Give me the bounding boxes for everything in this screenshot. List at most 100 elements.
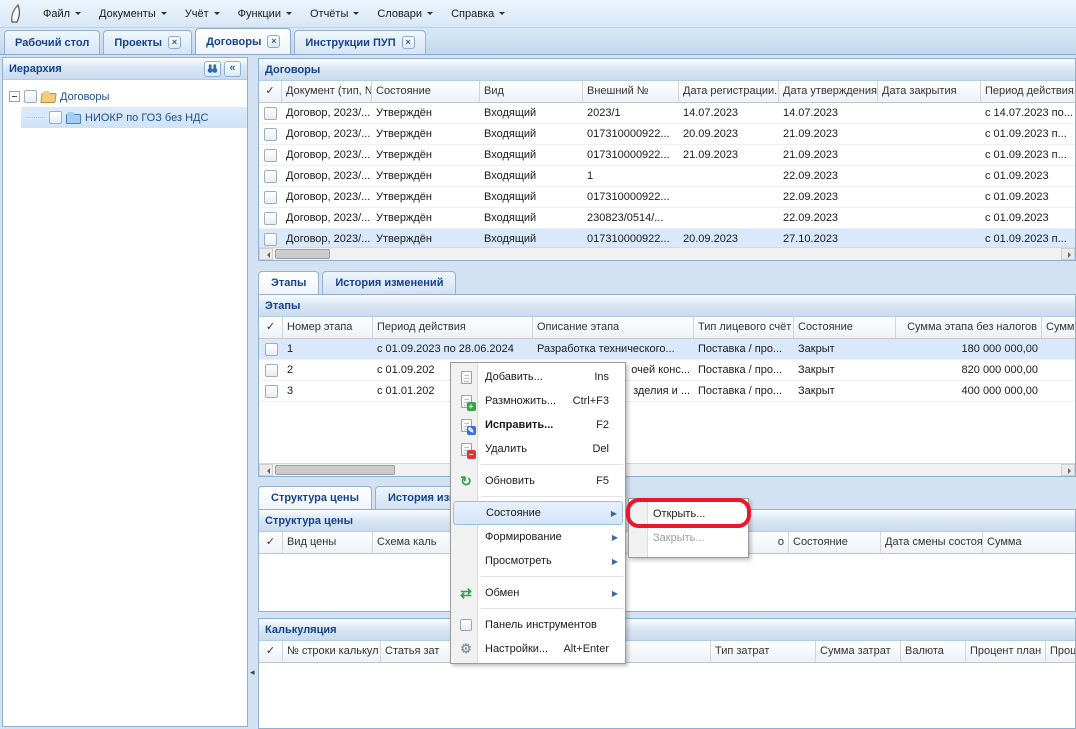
tree-checkbox[interactable] — [24, 90, 37, 103]
column-header[interactable]: Описание этапа — [533, 317, 694, 338]
check-column-header[interactable]: ✓ — [259, 532, 283, 553]
column-header[interactable]: Вид — [480, 81, 583, 102]
toolbar-checkbox-icon — [460, 619, 472, 631]
column-header[interactable]: Внешний № — [583, 81, 679, 102]
column-header[interactable]: Сумма — [983, 532, 1076, 553]
tree-node-label[interactable]: Договоры — [60, 91, 109, 103]
table-row[interactable]: Договор, 2023/...УтверждёнВходящий122.09… — [259, 166, 1075, 187]
close-icon[interactable]: × — [168, 36, 181, 49]
check-column-header[interactable]: ✓ — [259, 641, 283, 662]
row-checkbox[interactable] — [265, 385, 278, 398]
row-checkbox[interactable] — [264, 191, 277, 204]
column-header[interactable]: Состояние — [794, 317, 896, 338]
row-checkbox[interactable] — [264, 128, 277, 141]
context-menu-item[interactable]: Добавить...Ins — [453, 365, 623, 389]
table-cell — [1042, 381, 1076, 401]
check-column-header[interactable]: ✓ — [259, 81, 282, 102]
column-header[interactable]: Дата утверждения — [779, 81, 878, 102]
table-row[interactable]: Договор, 2023/...УтверждёнВходящий2023/1… — [259, 103, 1075, 124]
sidebar-splitter[interactable]: ◂ — [250, 55, 257, 729]
table-row[interactable]: 1с 01.09.2023 по 28.06.2024Разработка те… — [259, 339, 1075, 360]
workspace-tab[interactable]: Инструкции ПУП× — [294, 30, 425, 54]
menubar-item[interactable]: Файл — [34, 4, 90, 24]
table-row[interactable]: 3с 01.01.202зделия и ...Поставка / про..… — [259, 381, 1075, 402]
column-header[interactable]: Сумма затрат — [816, 641, 901, 662]
table-row[interactable]: Договор, 2023/...УтверждёнВходящий017310… — [259, 145, 1075, 166]
tab-change-history[interactable]: История изменений — [322, 271, 456, 294]
scrollbar-thumb[interactable] — [275, 249, 330, 259]
column-header[interactable]: Процент план — [966, 641, 1046, 662]
column-header[interactable]: Тип лицевого счёт — [694, 317, 794, 338]
menubar-item[interactable]: Словари — [368, 4, 442, 24]
close-icon[interactable]: × — [402, 36, 415, 49]
table-row[interactable]: Договор, 2023/...УтверждёнВходящий017310… — [259, 187, 1075, 208]
menubar-item[interactable]: Учёт — [176, 4, 229, 24]
collapse-node-icon[interactable] — [9, 91, 20, 102]
column-header[interactable]: Дата закрытия — [878, 81, 981, 102]
table-cell: 21.09.2023 — [779, 124, 878, 144]
scroll-right-icon[interactable] — [1061, 248, 1075, 260]
row-checkbox[interactable] — [264, 170, 277, 183]
tree-node-contracts[interactable]: Договоры — [3, 86, 247, 107]
menubar-item[interactable]: Документы — [90, 4, 176, 24]
search-icon[interactable] — [204, 61, 221, 77]
tab-stages[interactable]: Этапы — [258, 271, 319, 294]
column-header[interactable]: Период действия — [373, 317, 533, 338]
context-menu-item[interactable]: Состояние▶ — [453, 501, 623, 525]
workspace-tab[interactable]: Проекты× — [103, 30, 192, 54]
tree-checkbox[interactable] — [49, 111, 62, 124]
row-checkbox[interactable] — [264, 212, 277, 225]
menubar-item[interactable]: Справка — [442, 4, 514, 24]
scroll-left-icon[interactable] — [259, 248, 273, 260]
context-menu-item[interactable]: УдалитьDel — [453, 437, 623, 461]
column-header[interactable]: Дата регистрации. — [679, 81, 779, 102]
context-menu-item[interactable]: ↻ОбновитьF5 — [453, 469, 623, 493]
collapse-panel-icon[interactable]: « — [224, 61, 241, 77]
row-checkbox[interactable] — [265, 343, 278, 356]
menubar-item[interactable]: Отчёты — [301, 4, 368, 24]
horizontal-scrollbar — [259, 247, 1075, 260]
column-header[interactable]: Тип затрат — [711, 641, 816, 662]
scroll-left-icon[interactable] — [259, 464, 273, 476]
table-row[interactable]: 2с 01.09.202очей конс...Поставка / про..… — [259, 360, 1075, 381]
column-header[interactable]: № строки калькул — [283, 641, 381, 662]
tab-price-structure[interactable]: Структура цены — [258, 486, 372, 509]
column-header[interactable]: Номер этапа — [283, 317, 373, 338]
context-menu-item[interactable]: Исправить...F2 — [453, 413, 623, 437]
row-checkbox[interactable] — [264, 149, 277, 162]
context-menu-item[interactable]: Формирование▶ — [453, 525, 623, 549]
folder-icon — [66, 114, 81, 124]
column-header[interactable]: Дата смены состоя — [881, 532, 983, 553]
table-cell: 3 — [283, 381, 373, 401]
table-row[interactable]: Договор, 2023/...УтверждёнВходящий017310… — [259, 124, 1075, 145]
column-header[interactable]: Период действия... — [981, 81, 1076, 102]
row-checkbox[interactable] — [265, 364, 278, 377]
column-header[interactable]: Документ (тип, № — [282, 81, 372, 102]
workspace-tab[interactable]: Договоры× — [195, 28, 291, 54]
context-menu-item[interactable]: ⇄Обмен▶ — [453, 581, 623, 605]
column-header[interactable]: Состояние — [372, 81, 480, 102]
context-menu-item[interactable]: Просмотреть▶ — [453, 549, 623, 573]
table-row[interactable]: Договор, 2023/...УтверждёнВходящий230823… — [259, 208, 1075, 229]
row-checkbox[interactable] — [264, 107, 277, 120]
column-header[interactable]: Вид цены — [283, 532, 373, 553]
workspace-tab[interactable]: Рабочий стол — [4, 30, 100, 54]
row-checkbox[interactable] — [264, 233, 277, 246]
close-icon[interactable]: × — [267, 35, 280, 48]
splitter-collapse-arrow-icon[interactable]: ◂ — [250, 667, 255, 678]
tree-node-label[interactable]: НИОКР по ГОЗ без НДС — [85, 112, 208, 124]
submenu-arrow-icon: ▶ — [611, 509, 617, 518]
check-column-header[interactable]: ✓ — [259, 317, 283, 338]
column-header[interactable]: Сумма этапа без налогов — [896, 317, 1042, 338]
menubar-item[interactable]: Функции — [229, 4, 301, 24]
column-header[interactable]: Процент ф — [1046, 641, 1076, 662]
column-header[interactable]: Сумма — [1042, 317, 1076, 338]
context-menu-item[interactable]: Размножить...Ctrl+F3 — [453, 389, 623, 413]
scrollbar-thumb[interactable] — [275, 465, 395, 475]
context-menu-item[interactable]: Панель инструментов — [453, 613, 623, 637]
column-header[interactable]: Состояние — [789, 532, 881, 553]
context-menu-item[interactable]: ⚙Настройки...Alt+Enter — [453, 637, 623, 661]
column-header[interactable]: Валюта — [901, 641, 966, 662]
scroll-right-icon[interactable] — [1061, 464, 1075, 476]
tree-node-niokr[interactable]: НИОКР по ГОЗ без НДС — [21, 107, 247, 128]
